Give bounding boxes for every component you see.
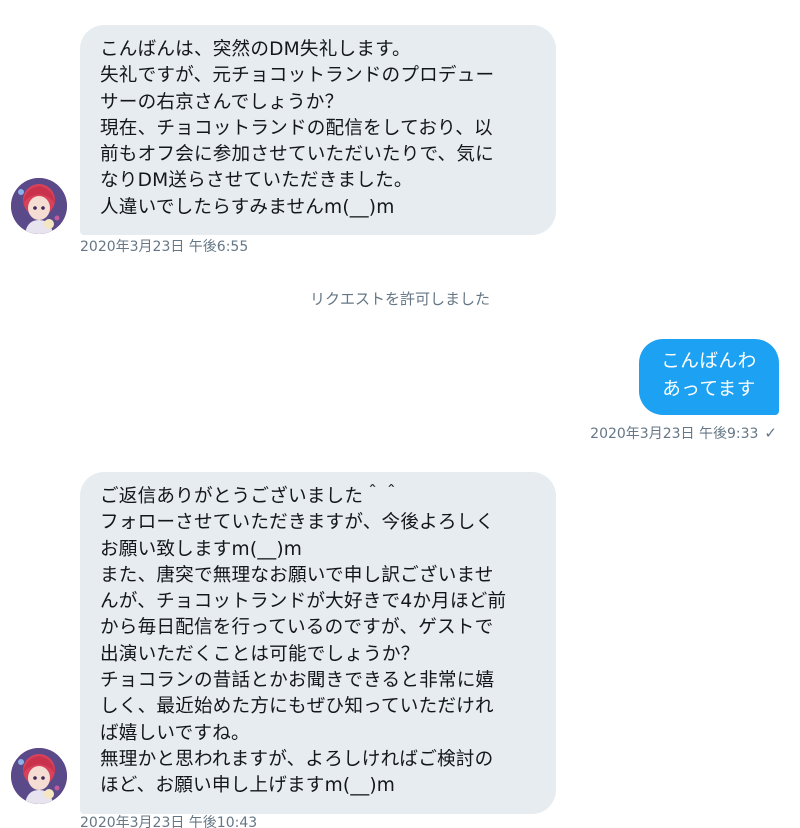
message-line: ば嬉しいですね。 xyxy=(100,722,250,744)
message-line: しく、最近始めた方にもぜひ知っていただけれ xyxy=(100,696,494,718)
message-bubble-incoming[interactable]: ご返信ありがとうございました＾＾ フォローさせていただきますが、今後よろしく お… xyxy=(80,472,556,814)
request-accepted-note: リクエストを許可しました xyxy=(309,290,490,308)
avatar-image xyxy=(11,748,67,804)
message-bubble-incoming[interactable]: こんばんは、突然のDM失礼します。 失礼ですが、元チョコットランドのプロデュー … xyxy=(80,25,556,236)
message-line: フォローさせていただきますが、今後よろしく xyxy=(100,512,495,534)
message-timestamp-row: 2020年3月23日 午後9:33 ✓ xyxy=(590,423,777,443)
avatar-image xyxy=(11,178,67,234)
message-bubble-outgoing[interactable]: こんばんわ あってます xyxy=(639,339,779,415)
message-timestamp: 2020年3月23日 午後6:55 xyxy=(80,239,249,255)
dm-conversation: こんばんは、突然のDM失礼します。 失礼ですが、元チョコットランドのプロデュー … xyxy=(0,0,800,828)
message-line: から毎日配信を行っているのですが、ゲストで xyxy=(100,617,494,639)
message-line: 出演いただくことは可能でしょうか？ xyxy=(100,643,420,665)
message-line: ほど、お願い申し上げますm(__)m xyxy=(100,775,396,797)
message-timestamp: 2020年3月23日 午後10:43 xyxy=(80,815,258,828)
message-line: サーの右京さんでしょうか？ xyxy=(100,91,344,113)
message-line: こんばんは、突然のDM失礼します。 xyxy=(100,39,411,60)
avatar[interactable] xyxy=(11,748,67,804)
avatar[interactable] xyxy=(11,178,67,234)
message-line: お願い致しますm(__)m xyxy=(100,538,303,560)
message-line: あってます xyxy=(662,379,756,400)
message-line: また、唐突で無理なお願いで申し訳ございませ xyxy=(100,564,494,586)
check-icon: ✓ xyxy=(764,424,777,442)
message-line: 失礼ですが、元チョコットランドのプロデュー xyxy=(100,65,495,87)
message-line: 前もオフ会に参加させていただいたりで、気に xyxy=(100,144,494,166)
message-timestamp: 2020年3月23日 午後9:33 xyxy=(590,426,759,442)
message-line: 無理かと思われますが、よろしければご検討の xyxy=(100,748,494,770)
message-line: チョコランの昔話とかお聞きできると非常に嬉 xyxy=(100,670,495,692)
message-line: 現在、チョコットランドの配信をしており、以 xyxy=(100,117,493,139)
message-line: なりDM送らさせていただきました。 xyxy=(100,170,413,192)
message-line: ご返信ありがとうございました＾＾ xyxy=(100,486,401,507)
message-line: んが、チョコットランドが大好きで4か月ほど前 xyxy=(100,591,507,613)
message-line: こんばんわ xyxy=(661,351,757,372)
message-line: 人違いでしたらすみませんm(__)m xyxy=(100,196,395,218)
